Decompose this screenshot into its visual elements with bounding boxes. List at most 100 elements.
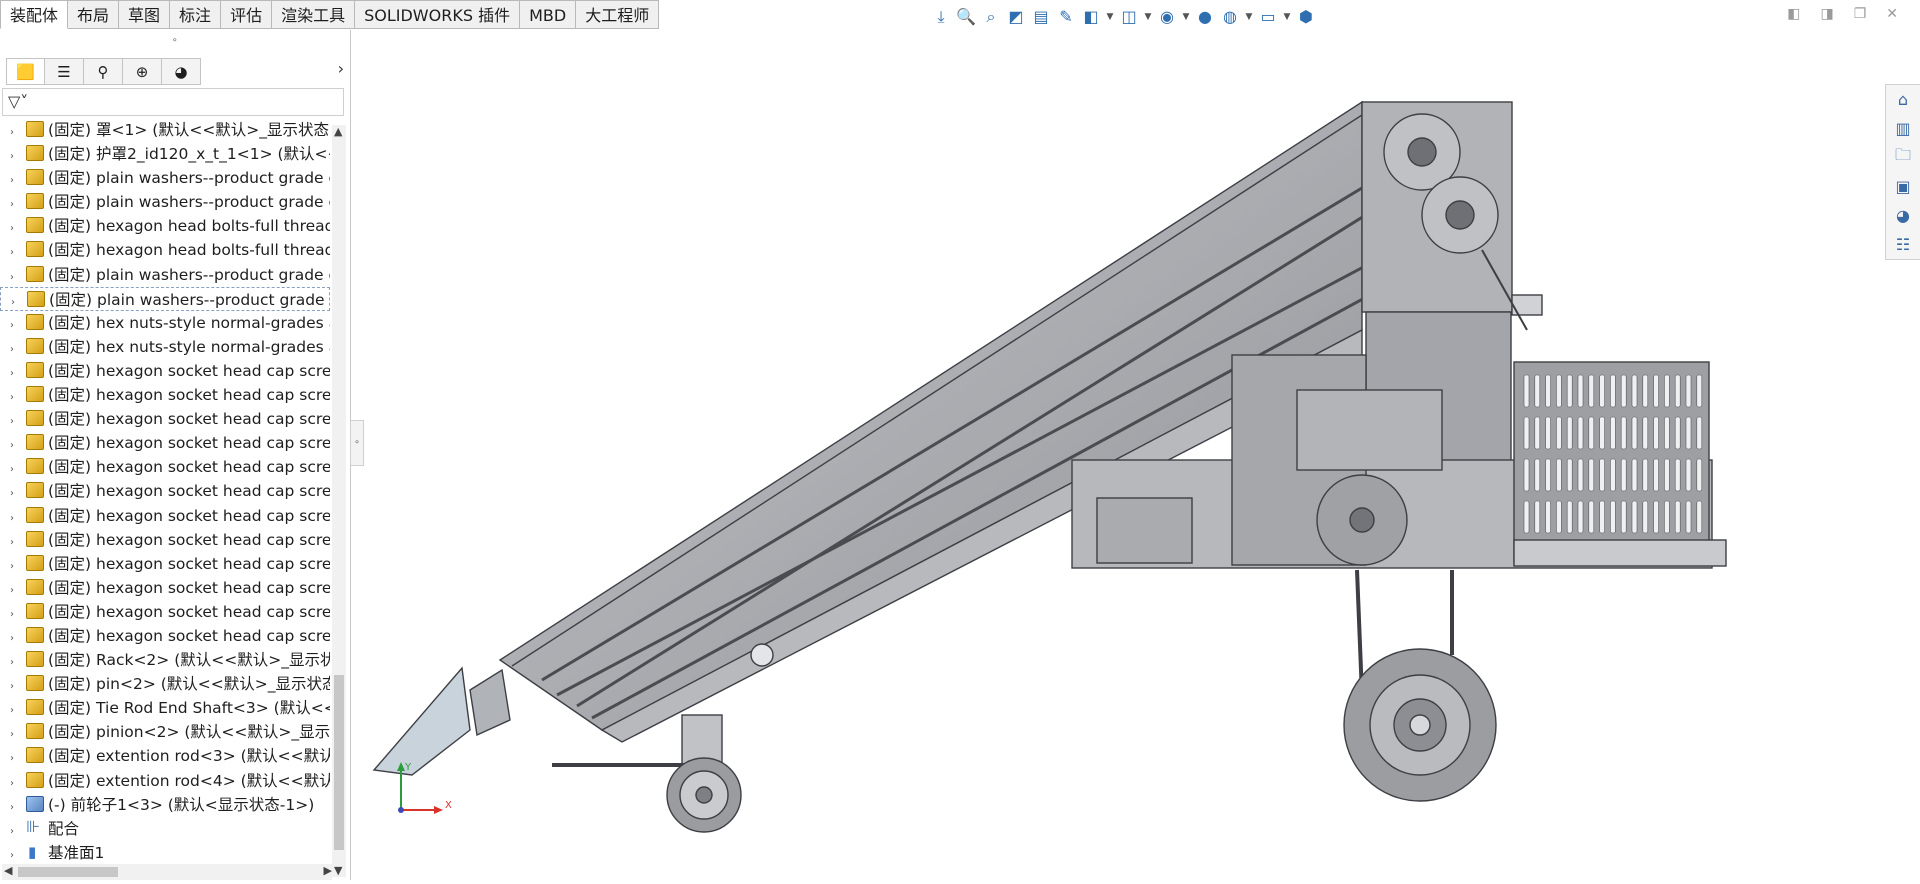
tree-item[interactable]: › (固定) hexagon socket head cap screws (0, 479, 330, 503)
feature-manager-icon[interactable]: 🟨 (6, 58, 45, 85)
view-settings-icon[interactable]: ◍ (1219, 6, 1241, 28)
tree-item[interactable]: › (固定) extention rod<3> (默认<<默认>_ (0, 744, 330, 768)
section-view-icon[interactable]: ◩ (1005, 6, 1027, 28)
previous-view-icon[interactable]: ⌕ (980, 6, 1002, 28)
tree-item[interactable]: › (固定) hexagon socket head cap screws (0, 504, 330, 528)
tree-item[interactable]: › (固定) extention rod<4> (默认<<默认>_ (0, 769, 330, 793)
tree-item[interactable]: › (固定) Tie Rod End Shaft<3> (默认<<默 (0, 696, 330, 720)
radiator-slot (1696, 500, 1703, 534)
apply-scene-icon[interactable]: ● (1194, 6, 1216, 28)
radiator-slot (1696, 416, 1703, 450)
file-explorer-icon[interactable]: 🗀 (1886, 143, 1920, 172)
tree-item[interactable]: › (固定) hexagon socket head cap screws (0, 383, 330, 407)
tree-item[interactable]: › (固定) hexagon socket head cap screws (0, 624, 330, 648)
panel-grip-icon[interactable]: ⚬ (171, 36, 179, 46)
part-icon (26, 337, 44, 354)
configuration-manager-icon[interactable]: ⚲ (84, 58, 123, 85)
part-icon (26, 578, 44, 595)
tree-item[interactable]: › (固定) plain washers--product grade c g (0, 286, 330, 311)
filter-icon[interactable]: ▽˅ (8, 92, 28, 111)
realview-icon[interactable]: ▭ (1257, 6, 1279, 28)
tree-item[interactable]: ›配合 (0, 815, 330, 841)
tab-7[interactable]: MBD (520, 0, 577, 29)
edit-appearance-icon[interactable]: ◉ (1156, 6, 1178, 28)
tree-item[interactable]: › (固定) hexagon socket head cap screws (0, 600, 330, 624)
dynamic-annotation-icon[interactable]: ▤ (1030, 6, 1052, 28)
radiator-slot (1523, 458, 1530, 492)
tab-8[interactable]: 大工程师 (576, 0, 660, 29)
tab-3[interactable]: 标注 (170, 0, 222, 29)
tree-vertical-scrollbar[interactable]: ▲ ▼ (332, 125, 346, 877)
scroll-thumb[interactable] (18, 867, 118, 877)
tree-item[interactable]: › (固定) hex nuts-style normal-grades ab (0, 335, 330, 359)
radiator-slot (1674, 374, 1681, 408)
tree-item-label: (固定) hexagon socket head cap screws (48, 410, 330, 429)
radiator-slot (1664, 416, 1670, 450)
tree-item[interactable]: › (固定) hexagon head bolts-full thread g (0, 238, 330, 262)
chevron-down-icon[interactable]: ▼ (1181, 6, 1191, 28)
tree-item-label: (固定) hex nuts-style normal-grades ab (48, 313, 330, 332)
dimxpert-icon[interactable]: ⊕ (123, 58, 162, 85)
part-icon (26, 602, 44, 619)
chevron-down-icon[interactable]: ▼ (1143, 6, 1153, 28)
tree-item[interactable]: › (固定) 罩<1> (默认<<默认>_显示状态 1> (0, 118, 330, 142)
appearances-icon[interactable]: ◕ (1886, 201, 1920, 230)
custom-properties-icon[interactable]: ☷ (1886, 230, 1920, 259)
view-palette-icon[interactable]: ▣ (1886, 172, 1920, 201)
radiator-slot (1610, 374, 1616, 408)
tree-item[interactable]: › (固定) pinion<2> (默认<<默认>_显示状态 (0, 720, 330, 744)
tree-item[interactable]: › (固定) hexagon socket head cap screws (0, 431, 330, 455)
tile-right-icon[interactable]: ◨ (1820, 6, 1833, 22)
property-manager-icon[interactable]: ☰ (45, 58, 84, 85)
close-icon[interactable]: ✕ (1886, 6, 1898, 22)
hide-show-icon[interactable]: ◫ (1118, 6, 1140, 28)
tree-item[interactable]: › (固定) hex nuts-style normal-grades ab (0, 311, 330, 335)
chevron-down-icon[interactable]: ▼ (1244, 6, 1254, 28)
tab-1[interactable]: 布局 (68, 0, 120, 29)
cube-icon[interactable]: ⬢ (1295, 6, 1317, 28)
display-style-icon[interactable]: ◧ (1080, 6, 1102, 28)
tree-item[interactable]: › (固定) hexagon socket head cap screws (0, 552, 330, 576)
tab-0[interactable]: 装配体 (0, 0, 69, 29)
tree-item[interactable]: › (固定) 护罩2_id120_x_t_1<1> (默认<<默 (0, 142, 330, 166)
tile-left-icon[interactable]: ◧ (1787, 6, 1800, 22)
tree-item[interactable]: › (固定) hexagon socket head cap screws (0, 407, 330, 431)
home-icon[interactable]: ⌂ (1886, 85, 1920, 114)
tab-2[interactable]: 草图 (119, 0, 171, 29)
zoom-to-fit-icon[interactable]: ⤓ (930, 6, 952, 28)
tree-horizontal-scrollbar[interactable]: ◀ ▶ (2, 864, 332, 880)
scroll-left-icon[interactable]: ◀ (4, 864, 12, 877)
tree-item-label: (固定) hexagon socket head cap screws (48, 458, 330, 477)
restore-icon[interactable]: ❐ (1854, 6, 1867, 22)
design-library-icon[interactable]: ▥ (1886, 114, 1920, 143)
chevron-right-icon[interactable]: › (338, 59, 344, 78)
zoom-area-icon[interactable]: 🔍 (955, 6, 977, 28)
tab-5[interactable]: 渲染工具 (272, 0, 356, 29)
tree-item[interactable]: › (固定) hexagon socket head cap screws (0, 576, 330, 600)
scroll-down-icon[interactable]: ▼ (334, 864, 342, 877)
tree-item[interactable]: › (固定) hexagon socket head cap screws (0, 455, 330, 479)
chevron-down-icon[interactable]: ▼ (1105, 6, 1115, 28)
tab-6[interactable]: SOLIDWORKS 插件 (355, 0, 521, 29)
tree-item[interactable]: ›基准面1 (0, 840, 330, 865)
tab-4[interactable]: 评估 (221, 0, 273, 29)
scroll-right-icon[interactable]: ▶ (324, 864, 332, 877)
tree-item[interactable]: › (固定) plain washers--product grade c g (0, 263, 330, 287)
radiator-slot (1631, 458, 1638, 492)
graphics-viewport[interactable] (352, 30, 1892, 880)
tree-filter[interactable]: ▽˅ (2, 88, 344, 116)
tree-item[interactable]: › (固定) plain washers--product grade c g (0, 166, 330, 190)
chevron-down-icon[interactable]: ▼ (1282, 6, 1292, 28)
scroll-thumb[interactable] (334, 675, 344, 850)
view-orientation-icon[interactable]: ✎ (1055, 6, 1077, 28)
tree-item[interactable]: › (固定) pin<2> (默认<<默认>_显示状态 1 (0, 672, 330, 696)
tree-item[interactable]: › (固定) hexagon head bolts-full thread g (0, 214, 330, 238)
scroll-up-icon[interactable]: ▲ (334, 125, 342, 138)
tree-item[interactable]: › (固定) hexagon socket head cap screws (0, 359, 330, 383)
tree-item[interactable]: › (-) 前轮子1<3> (默认<显示状态-1>) (0, 793, 330, 817)
radiator-slot (1545, 500, 1551, 534)
tree-item[interactable]: › (固定) Rack<2> (默认<<默认>_显示状态 (0, 648, 330, 672)
display-manager-icon[interactable]: ◕ (162, 58, 201, 85)
tree-item[interactable]: › (固定) hexagon socket head cap screws (0, 528, 330, 552)
tree-item[interactable]: › (固定) plain washers--product grade c g (0, 190, 330, 214)
